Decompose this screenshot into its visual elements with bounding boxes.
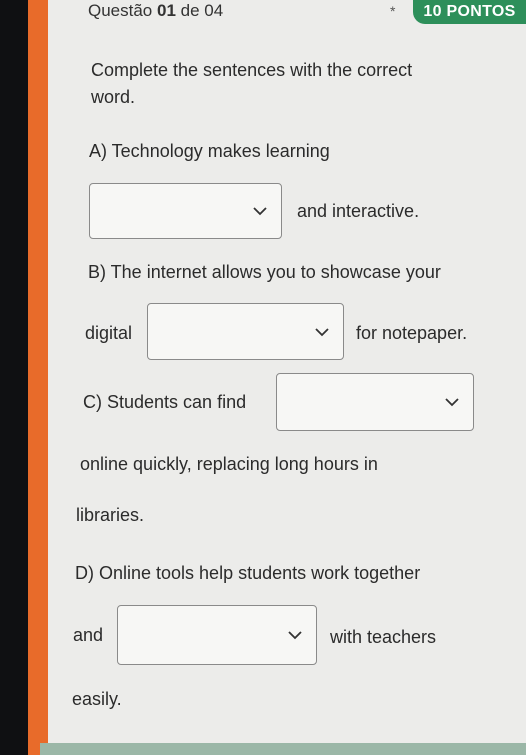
required-asterisk: * <box>390 3 396 19</box>
question-counter: Questão 01 de 04 <box>88 1 223 21</box>
item-c-line-3: libraries. <box>76 505 145 525</box>
item-d-before: and <box>73 625 104 645</box>
item-b-select[interactable] <box>147 303 344 360</box>
item-d-text: D) Online tools help students work toget… <box>75 563 421 583</box>
item-d-select[interactable] <box>117 605 317 665</box>
points-badge: 10 PONTOS <box>413 0 526 24</box>
chevron-down-icon <box>445 398 459 407</box>
bottom-bar <box>40 743 526 755</box>
item-c-line-2: online quickly, replacing long hours in <box>80 454 378 474</box>
chevron-down-icon <box>315 327 329 336</box>
item-a-after: and interactive. <box>297 201 420 221</box>
item-a-text: A) Technology makes learning <box>89 141 330 161</box>
instructions-line-1: Complete the sentences with the correct <box>91 60 413 80</box>
chevron-down-icon <box>288 631 302 640</box>
question-header: Questão 01 de 04 * 10 PONTOS <box>88 0 526 26</box>
question-number: 01 <box>157 1 176 20</box>
item-d-after: with teachers <box>330 627 437 647</box>
item-b-after: for notepaper. <box>356 323 468 343</box>
item-b-before: digital <box>85 323 133 343</box>
item-a-select[interactable] <box>89 183 282 239</box>
instructions-line-2: word. <box>91 87 136 107</box>
question-prefix: Questão <box>88 1 153 20</box>
item-c-select[interactable] <box>276 373 474 431</box>
chevron-down-icon <box>253 207 267 216</box>
item-b-text: B) The internet allows you to showcase y… <box>88 262 441 282</box>
item-d-line-3: easily. <box>72 689 122 709</box>
item-c-before: C) Students can find <box>83 392 247 412</box>
question-total: de 04 <box>180 1 224 20</box>
